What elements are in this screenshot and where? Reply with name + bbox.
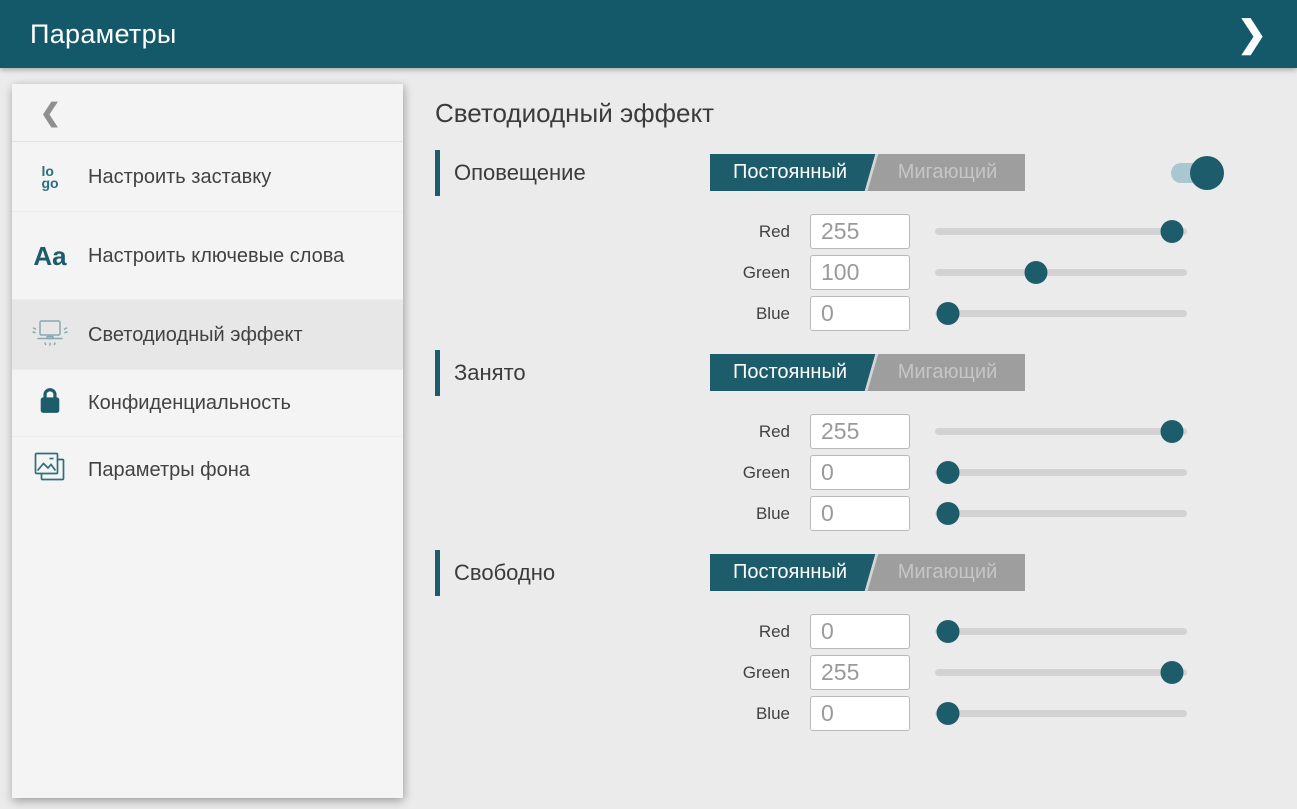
sidebar-item-splash-screen[interactable]: lo go Настроить заставку <box>12 142 403 212</box>
logo-icon: lo go <box>41 165 58 189</box>
red-value-input[interactable] <box>810 414 910 449</box>
red-slider[interactable] <box>935 228 1187 235</box>
red-value-input[interactable] <box>810 214 910 249</box>
channel-row: Green <box>435 655 1235 690</box>
blue-label: Blue <box>435 696 790 731</box>
section-label: Оповещение <box>454 160 586 186</box>
channel-row: Green <box>435 455 1235 490</box>
mode-toggle: Постоянный Мигающий <box>710 354 1025 391</box>
switch-thumb <box>1190 156 1224 190</box>
mode-toggle: Постоянный Мигающий <box>710 154 1025 191</box>
main-content: Светодиодный эффект Оповещение Постоянны… <box>435 84 1235 750</box>
mode-constant-button[interactable]: Постоянный <box>710 354 870 391</box>
section-busy: Занято Постоянный Мигающий Red Green <box>435 350 1235 531</box>
slider-thumb[interactable] <box>1160 420 1183 443</box>
slider-thumb[interactable] <box>1160 661 1183 684</box>
green-value-input[interactable] <box>810 255 910 290</box>
section-notification: Оповещение Постоянный Мигающий Red Green <box>435 150 1235 331</box>
section-accent-bar <box>435 550 440 596</box>
sidebar-item-label: Настроить ключевые слова <box>88 243 358 269</box>
channel-row: Blue <box>435 496 1235 531</box>
blue-value-input[interactable] <box>810 496 910 531</box>
blue-label: Blue <box>435 496 790 531</box>
sidebar-item-keywords[interactable]: Aa Настроить ключевые слова <box>12 212 403 300</box>
green-value-input[interactable] <box>810 655 910 690</box>
mode-constant-button[interactable]: Постоянный <box>710 154 870 191</box>
blue-slider[interactable] <box>935 710 1187 717</box>
blue-label: Blue <box>435 296 790 331</box>
slider-thumb[interactable] <box>936 702 959 725</box>
green-slider[interactable] <box>935 469 1187 476</box>
collapse-chevron-icon[interactable]: ❮ <box>30 96 71 130</box>
channel-row: Red <box>435 214 1235 249</box>
section-accent-bar <box>435 150 440 196</box>
blue-slider[interactable] <box>935 510 1187 517</box>
green-label: Green <box>435 455 790 490</box>
channel-row: Red <box>435 414 1235 449</box>
green-slider[interactable] <box>935 669 1187 676</box>
sidebar-item-privacy[interactable]: Конфиденциальность <box>12 370 403 437</box>
mode-blinking-button[interactable]: Мигающий <box>870 554 1025 591</box>
section-accent-bar <box>435 350 440 396</box>
channel-row: Blue <box>435 296 1235 331</box>
section-label: Занято <box>454 360 526 386</box>
mode-constant-button[interactable]: Постоянный <box>710 554 870 591</box>
sidebar-item-led-effect[interactable]: Светодиодный эффект <box>12 300 403 370</box>
slider-thumb[interactable] <box>936 461 959 484</box>
green-value-input[interactable] <box>810 455 910 490</box>
blue-value-input[interactable] <box>810 296 910 331</box>
sidebar-item-background[interactable]: Параметры фона <box>12 437 403 502</box>
green-slider[interactable] <box>935 269 1187 276</box>
green-label: Green <box>435 655 790 690</box>
keywords-icon: Aa <box>33 243 66 269</box>
slider-thumb[interactable] <box>1160 220 1183 243</box>
blue-slider[interactable] <box>935 310 1187 317</box>
sidebar-item-label: Светодиодный эффект <box>88 322 317 348</box>
channel-row: Blue <box>435 696 1235 731</box>
slider-thumb[interactable] <box>936 302 959 325</box>
lock-icon <box>35 385 65 421</box>
enable-switch[interactable] <box>1170 155 1224 191</box>
sidebar-collapse-row: ❮ <box>12 84 403 142</box>
mode-toggle: Постоянный Мигающий <box>710 554 1025 591</box>
background-image-icon <box>33 451 67 489</box>
content-title: Светодиодный эффект <box>435 98 1235 128</box>
sidebar-item-label: Настроить заставку <box>88 164 285 190</box>
page-title: Параметры <box>30 19 177 50</box>
blue-value-input[interactable] <box>810 696 910 731</box>
red-label: Red <box>435 614 790 649</box>
red-slider[interactable] <box>935 428 1187 435</box>
channel-row: Green <box>435 255 1235 290</box>
header-bar: Параметры ❯ <box>0 0 1297 68</box>
red-slider[interactable] <box>935 628 1187 635</box>
section-free: Свободно Постоянный Мигающий Red Green <box>435 550 1235 731</box>
led-monitor-icon <box>31 317 69 353</box>
sidebar: ❮ lo go Настроить заставку Aa Настроить … <box>12 84 403 798</box>
green-label: Green <box>435 255 790 290</box>
sidebar-item-label: Параметры фона <box>88 457 264 483</box>
red-value-input[interactable] <box>810 614 910 649</box>
forward-chevron-icon[interactable]: ❯ <box>1229 12 1275 56</box>
mode-blinking-button[interactable]: Мигающий <box>870 154 1025 191</box>
sidebar-item-label: Конфиденциальность <box>88 390 305 416</box>
slider-thumb[interactable] <box>1024 261 1047 284</box>
section-label: Свободно <box>454 560 555 586</box>
slider-thumb[interactable] <box>936 620 959 643</box>
red-label: Red <box>435 414 790 449</box>
slider-thumb[interactable] <box>936 502 959 525</box>
mode-blinking-button[interactable]: Мигающий <box>870 354 1025 391</box>
red-label: Red <box>435 214 790 249</box>
channel-row: Red <box>435 614 1235 649</box>
